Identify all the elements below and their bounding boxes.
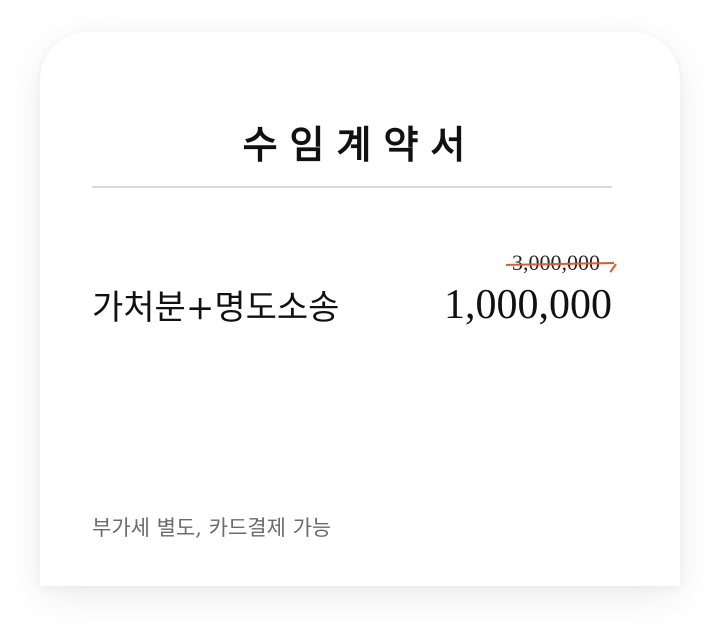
sale-price: 1,000,000 bbox=[444, 282, 612, 329]
strikethrough-tip bbox=[609, 263, 617, 273]
service-name: 가처분+명도소송 bbox=[92, 288, 340, 328]
price-box: 3,000,000 1,000,000 bbox=[444, 250, 617, 329]
payment-note: 부가세 별도, 카드결제 가능 bbox=[92, 516, 332, 540]
original-price: 3,000,000 bbox=[505, 250, 617, 276]
contract-card: 수임계약서 가처분+명도소송 3,000,000 1,000,000 부가세 별… bbox=[40, 32, 680, 586]
card-title: 수임계약서 bbox=[242, 122, 478, 167]
title-divider bbox=[92, 186, 612, 188]
